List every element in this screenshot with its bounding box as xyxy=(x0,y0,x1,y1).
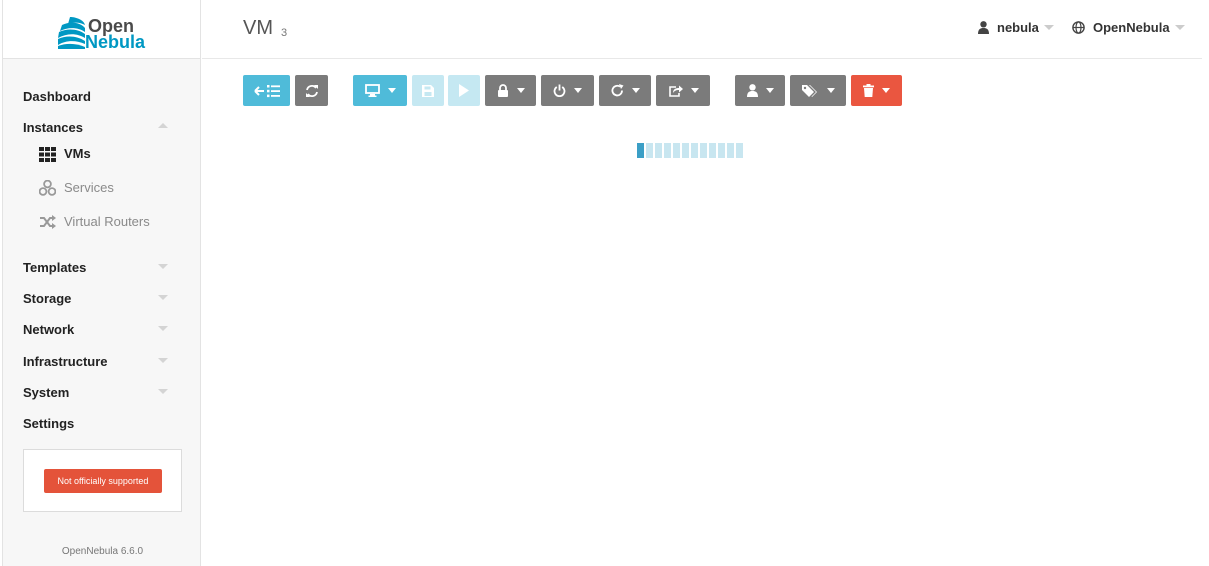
version-label: OpenNebula 6.6.0 xyxy=(61,546,144,557)
sidebar-item-dashboard[interactable]: Dashboard xyxy=(23,88,91,106)
chevron-down-icon[interactable] xyxy=(158,326,168,331)
caret-down-icon xyxy=(631,88,640,93)
sidebar-item-virtual-routers[interactable]: Virtual Routers xyxy=(38,213,150,231)
delete-button[interactable] xyxy=(851,75,902,106)
chevron-up-icon[interactable] xyxy=(158,123,168,128)
chevron-down-icon[interactable] xyxy=(158,389,168,394)
caret-down-icon xyxy=(574,88,582,93)
loader-segment xyxy=(736,143,743,158)
caret-down-icon xyxy=(826,88,835,93)
sidebar: Open Nebula Dashboard Instances VMs Serv… xyxy=(2,0,201,566)
support-badge[interactable]: Not officially supported xyxy=(44,469,162,493)
sidebar-item-system[interactable]: System xyxy=(23,384,69,402)
caret-down-icon xyxy=(765,88,774,93)
chevron-down-icon xyxy=(1043,25,1054,30)
grid-icon xyxy=(38,146,56,162)
play-icon xyxy=(459,84,469,97)
reboot-button[interactable] xyxy=(599,75,651,106)
loader-segment xyxy=(646,143,653,158)
user-icon xyxy=(746,84,758,97)
play-button[interactable] xyxy=(448,75,480,106)
loader-segment xyxy=(637,143,644,158)
brand-nebula: Nebula xyxy=(85,32,146,52)
power-icon xyxy=(553,84,566,97)
opennebula-logo-icon xyxy=(58,17,85,49)
user-menu[interactable]: nebula xyxy=(978,20,1054,35)
tags-icon xyxy=(801,85,817,97)
console-button[interactable] xyxy=(353,75,407,106)
arrow-list-icon xyxy=(253,84,280,97)
loader-segment xyxy=(664,143,671,158)
sidebar-item-templates[interactable]: Templates xyxy=(23,259,86,277)
sync-icon xyxy=(305,84,318,97)
monitor-icon xyxy=(364,84,380,97)
share-icon xyxy=(668,85,683,97)
chevron-down-icon xyxy=(1174,25,1185,30)
sidebar-item-label: Services xyxy=(64,180,114,195)
chevron-down-icon[interactable] xyxy=(158,264,168,269)
loader-segment xyxy=(682,143,689,158)
trash-icon xyxy=(863,84,874,97)
owner-button[interactable] xyxy=(735,75,785,106)
caret-down-icon xyxy=(882,88,890,93)
logo[interactable]: Open Nebula xyxy=(3,0,200,59)
save-icon xyxy=(422,84,434,97)
page-count: 3 xyxy=(281,27,288,39)
header: VM 3 nebula OpenNebula xyxy=(202,0,1202,59)
chevron-down-icon[interactable] xyxy=(158,358,168,363)
caret-down-icon xyxy=(516,88,525,93)
sidebar-item-label: Virtual Routers xyxy=(64,214,150,229)
lock-button[interactable] xyxy=(485,75,536,106)
loading-indicator xyxy=(637,143,745,158)
loader-segment xyxy=(727,143,734,158)
refresh-button[interactable] xyxy=(295,75,328,106)
zone-name: OpenNebula xyxy=(1093,20,1170,35)
sidebar-item-label: VMs xyxy=(64,146,91,161)
loader-segment xyxy=(673,143,680,158)
sidebar-item-settings[interactable]: Settings xyxy=(23,415,74,433)
loader-segment xyxy=(700,143,707,158)
power-button[interactable] xyxy=(541,75,594,106)
zone-menu[interactable]: OpenNebula xyxy=(1072,20,1185,35)
shuffle-icon xyxy=(38,214,56,230)
loader-segment xyxy=(709,143,716,158)
page-title: VM xyxy=(243,17,273,39)
labels-button[interactable] xyxy=(790,75,846,106)
user-icon xyxy=(978,21,989,34)
cubes-icon xyxy=(38,180,56,196)
loader-segment xyxy=(691,143,698,158)
support-box: Not officially supported xyxy=(23,449,182,512)
caret-down-icon xyxy=(690,88,699,93)
redo-icon xyxy=(611,84,623,97)
sidebar-item-network[interactable]: Network xyxy=(23,321,74,339)
migrate-button[interactable] xyxy=(656,75,710,106)
sidebar-item-instances[interactable]: Instances xyxy=(23,119,83,137)
sidebar-item-vms[interactable]: VMs xyxy=(38,145,91,163)
globe-icon xyxy=(1072,21,1085,34)
loader-segment xyxy=(655,143,662,158)
sidebar-item-services[interactable]: Services xyxy=(38,179,114,197)
back-to-list-button[interactable] xyxy=(243,75,290,106)
loader-segment xyxy=(718,143,725,158)
caret-down-icon xyxy=(387,88,396,93)
sidebar-item-infrastructure[interactable]: Infrastructure xyxy=(23,353,108,371)
lock-icon xyxy=(497,84,508,97)
sidebar-item-storage[interactable]: Storage xyxy=(23,290,71,308)
chevron-down-icon[interactable] xyxy=(158,295,168,300)
user-name: nebula xyxy=(997,20,1039,35)
save-button[interactable] xyxy=(412,75,444,106)
